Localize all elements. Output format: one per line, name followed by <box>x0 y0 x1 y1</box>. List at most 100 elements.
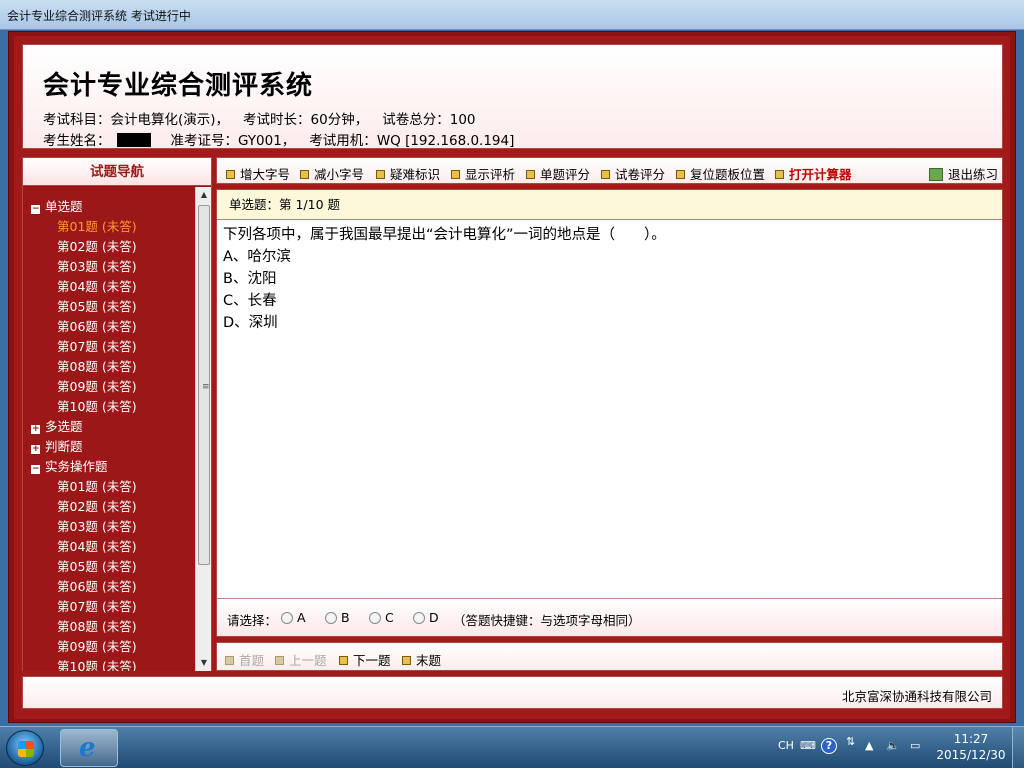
network-icon[interactable]: ▭ <box>910 739 920 752</box>
nav-group[interactable]: + 多选题 <box>31 417 83 437</box>
nav-item[interactable]: 第01题 (未答) <box>57 477 137 497</box>
scroll-up-icon[interactable]: ▲ <box>196 187 212 203</box>
open-calculator-button[interactable]: 打开计算器 <box>775 164 852 183</box>
nav-item[interactable]: 第05题 (未答) <box>57 297 137 317</box>
last-question-button[interactable]: 末题 <box>402 650 441 669</box>
exam-info-line: 考试科目：会计电算化(演示)， 考试时长：60分钟， 试卷总分：100 <box>43 108 476 128</box>
nav-item[interactable]: 第09题 (未答) <box>57 377 137 397</box>
taskbar-ie-button[interactable]: e <box>60 729 118 767</box>
nav-item[interactable]: 第04题 (未答) <box>57 277 137 297</box>
nav-item[interactable]: 第06题 (未答) <box>57 577 137 597</box>
nav-label: 第07题 (未答) <box>57 339 137 354</box>
radio-d[interactable]: D <box>413 610 439 625</box>
window-titlebar[interactable]: 会计专业综合测评系统 考试进行中 <box>0 0 1024 30</box>
shortcut-hint: （答题快捷键：与选项字母相同） <box>453 613 641 628</box>
nav-item[interactable]: 第03题 (未答) <box>57 257 137 277</box>
option-c: C、长春 <box>223 293 277 309</box>
prev-question-button[interactable]: 上一题 <box>275 650 327 669</box>
taskbar: e CH ⌨ ? ⇅ ▲ 🔈 ▭ 11:27 2015/12/30 <box>0 726 1024 768</box>
grade-paper-button[interactable]: 试卷评分 <box>601 164 665 183</box>
nav-item[interactable]: 第10题 (未答) <box>57 397 137 417</box>
radio-circle-icon <box>369 612 381 624</box>
nav-label: 第06题 (未答) <box>57 319 137 334</box>
candidate-name-label: 考生姓名： <box>43 133 111 149</box>
question-body: 下列各项中，属于我国最早提出“会计电算化”一词的地点是（ ）。 A、哈尔滨 B、… <box>223 224 666 334</box>
nav-item[interactable]: 第06题 (未答) <box>57 317 137 337</box>
ime-indicator[interactable]: CH <box>778 739 794 752</box>
mark-hard-button[interactable]: 疑难标识 <box>376 164 440 183</box>
collapse-icon[interactable]: − <box>31 465 40 474</box>
exam-header: 会计专业综合测评系统 考试科目：会计电算化(演示)， 考试时长：60分钟， 试卷总分… <box>22 44 1003 149</box>
nav-item[interactable]: 第02题 (未答) <box>57 497 137 517</box>
square-bullet-icon <box>526 170 535 179</box>
nav-label: 第08题 (未答) <box>57 359 137 374</box>
ime-options-icon[interactable]: ⇅ <box>846 735 855 748</box>
keyboard-icon[interactable]: ⌨ <box>800 739 816 752</box>
nav-label: 第05题 (未答) <box>57 299 137 314</box>
nav-scrollbar[interactable]: ▲ ≡ ▼ <box>195 187 211 671</box>
square-bullet-icon <box>225 656 234 665</box>
footer: 北京富深协通科技有限公司 <box>22 676 1003 709</box>
answer-prompt: 请选择： <box>227 613 278 628</box>
nav-item[interactable]: 第03题 (未答) <box>57 517 137 537</box>
nav-item[interactable]: 第07题 (未答) <box>57 337 137 357</box>
scroll-down-icon[interactable]: ▼ <box>196 655 212 671</box>
question-tree: − 单选题 第01题 (未答) 第02题 (未答) 第03题 (未答) 第04题 (未答)… <box>23 187 195 671</box>
app-window: 会计专业综合测评系统 考试科目：会计电算化(演示)， 考试时长：60分钟， 试卷总分… <box>8 31 1016 723</box>
nav-label: 第06题 (未答) <box>57 579 137 594</box>
help-icon[interactable]: ? <box>821 738 837 754</box>
radio-c[interactable]: C <box>369 610 394 625</box>
nav-label: 第07题 (未答) <box>57 599 137 614</box>
nav-item[interactable]: 第02题 (未答) <box>57 237 137 257</box>
option-d: D、深圳 <box>223 315 278 331</box>
clock-date: 2015/12/30 <box>936 748 1006 762</box>
next-question-button[interactable]: 下一题 <box>339 650 391 669</box>
expand-icon[interactable]: + <box>31 445 40 454</box>
show-hidden-icons-icon[interactable]: ▲ <box>865 739 873 752</box>
app-title: 会计专业综合测评系统 <box>43 71 314 101</box>
scroll-thumb[interactable]: ≡ <box>198 205 210 565</box>
exit-door-icon <box>929 168 943 181</box>
window-title: 会计专业综合测评系统 考试进行中 <box>7 9 191 23</box>
expand-icon[interactable]: + <box>31 425 40 434</box>
question-stem: 下列各项中，属于我国最早提出“会计电算化”一词的地点是（ ）。 <box>223 227 666 243</box>
nav-group[interactable]: + 判断题 <box>31 437 83 457</box>
first-question-button[interactable]: 首题 <box>225 650 264 669</box>
radio-b[interactable]: B <box>325 610 350 625</box>
nav-item[interactable]: 第05题 (未答) <box>57 557 137 577</box>
nav-group[interactable]: − 单选题 <box>31 197 83 217</box>
start-button[interactable] <box>6 730 44 766</box>
nav-group[interactable]: − 实务操作题 <box>31 457 108 477</box>
nav-label: 第08题 (未答) <box>57 619 137 634</box>
radio-a[interactable]: A <box>281 610 306 625</box>
font-smaller-button[interactable]: 减小字号 <box>300 164 364 183</box>
font-larger-button[interactable]: 增大字号 <box>226 164 290 183</box>
nav-item[interactable]: 第04题 (未答) <box>57 537 137 557</box>
reset-panel-button[interactable]: 复位题板位置 <box>676 164 765 183</box>
duration-label: 考试时长： <box>243 112 311 128</box>
square-bullet-icon <box>775 170 784 179</box>
show-analysis-button[interactable]: 显示评析 <box>451 164 515 183</box>
nav-title: 试题导航 <box>23 158 211 186</box>
nav-item[interactable]: 第08题 (未答) <box>57 617 137 637</box>
question-navigator: 试题导航 − 单选题 第01题 (未答) 第02题 (未答) 第03题 (未答) 第04题… <box>22 157 212 671</box>
duration-value: 60分钟， <box>310 112 369 128</box>
nav-item-current[interactable]: 第01题 (未答) <box>57 217 137 237</box>
nav-item[interactable]: 第07题 (未答) <box>57 597 137 617</box>
internet-explorer-icon: e <box>79 733 96 763</box>
grade-question-button[interactable]: 单题评分 <box>526 164 590 183</box>
nav-label: 第10题 (未答) <box>57 659 137 671</box>
nav-label: 多选题 <box>45 419 83 434</box>
nav-item[interactable]: 第08题 (未答) <box>57 357 137 377</box>
exit-practice-button[interactable]: 退出练习 <box>929 164 998 183</box>
square-bullet-icon <box>601 170 610 179</box>
collapse-icon[interactable]: − <box>31 205 40 214</box>
nav-item[interactable]: 第09题 (未答) <box>57 637 137 657</box>
ticket-value: GY001， <box>238 133 296 149</box>
volume-icon[interactable]: 🔈 <box>886 739 900 752</box>
nav-item[interactable]: 第10题 (未答) <box>57 657 137 671</box>
show-desktop-button[interactable] <box>1012 727 1024 768</box>
system-clock[interactable]: 11:27 2015/12/30 <box>936 731 1006 763</box>
square-bullet-icon <box>676 170 685 179</box>
answer-bar: 请选择： A B C D （答题快捷键：与选项字母相同） <box>217 598 1002 636</box>
